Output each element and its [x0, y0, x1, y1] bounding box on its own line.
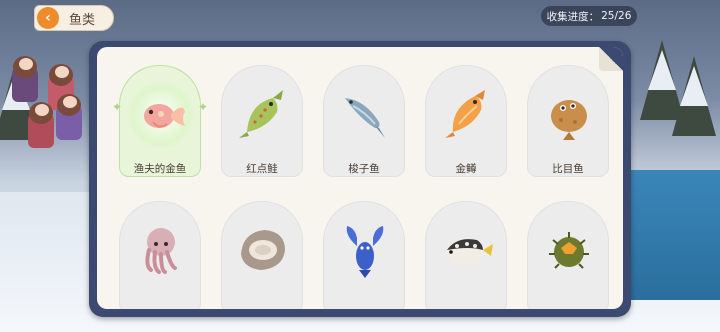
blue-lobster-icon [346, 226, 384, 278]
fish-card[interactable]: 渔夫的金鱼 [112, 65, 208, 177]
progress-value: 25/26 [601, 10, 632, 22]
back-arrow-icon: ‹ [45, 10, 51, 26]
pink-goldfish-icon [144, 104, 185, 128]
fish-name: 金鳟 [455, 163, 477, 175]
fish-card[interactable]: 比目鱼 [527, 65, 609, 177]
green-trout-icon [239, 90, 283, 138]
fish-card[interactable] [221, 201, 303, 309]
fish-card[interactable] [323, 201, 405, 309]
progress-label: 收集进度： [546, 10, 600, 23]
fish-grid: 渔夫的金鱼 红点鲑 [112, 65, 609, 309]
npc-character[interactable] [12, 56, 38, 102]
golden-trout-icon [445, 90, 485, 138]
collection-panel-body: 渔夫的金鱼 红点鲑 [97, 47, 623, 309]
scroll-indicator[interactable] [624, 237, 630, 247]
fish-card[interactable] [119, 201, 201, 309]
sea-urchin-icon [549, 232, 589, 269]
npc-character[interactable] [28, 102, 54, 148]
oyster-icon [241, 230, 285, 270]
fish-card[interactable] [527, 201, 609, 309]
fish-name: 梭子鱼 [348, 163, 380, 175]
fish-card[interactable]: 梭子鱼 [323, 65, 405, 177]
back-button[interactable]: ‹ [37, 7, 59, 29]
fish-card[interactable]: 金鳟 [425, 65, 507, 177]
collection-progress: 收集进度： 25/26 [541, 6, 637, 26]
blue-pike-icon [345, 98, 385, 138]
flatfish-icon [551, 100, 587, 140]
fish-name: 红点鲑 [246, 163, 278, 175]
squid-icon [145, 228, 177, 274]
fish-name: 比目鱼 [552, 163, 584, 175]
collection-panel: 渔夫的金鱼 红点鲑 [89, 41, 631, 317]
category-tab: ‹ 鱼类 [34, 5, 114, 31]
pine-tree [672, 56, 716, 136]
fish-name: 渔夫的金鱼 [133, 163, 187, 175]
pufferfish-icon [447, 238, 493, 266]
page-title: 鱼类 [69, 12, 96, 28]
fish-card[interactable] [425, 201, 507, 309]
fish-card[interactable]: 红点鲑 [221, 65, 303, 177]
npc-character[interactable] [56, 94, 82, 140]
